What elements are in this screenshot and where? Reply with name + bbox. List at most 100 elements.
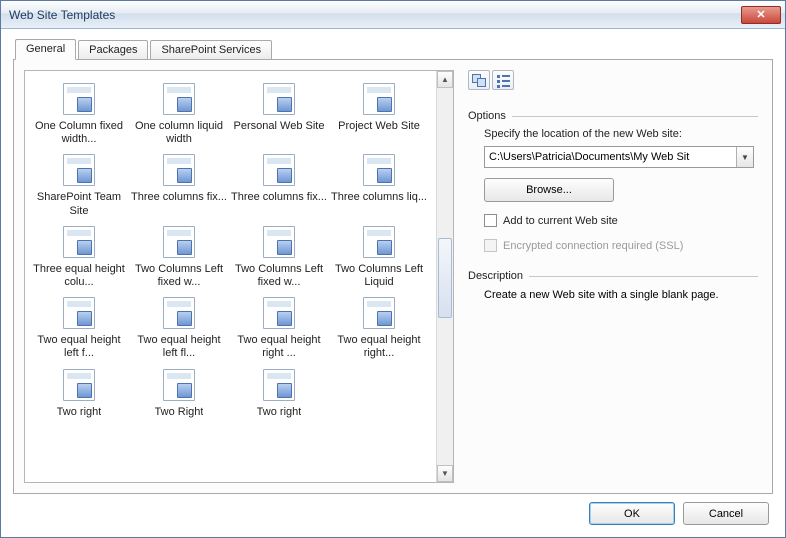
view-large-icons-button[interactable] (468, 70, 490, 90)
view-list-button[interactable] (492, 70, 514, 90)
template-icon (163, 154, 195, 186)
template-item[interactable]: Two right (229, 365, 329, 423)
location-input[interactable] (485, 147, 736, 167)
tab-general[interactable]: General (15, 39, 76, 60)
template-icon (363, 154, 395, 186)
template-icon (63, 369, 95, 401)
divider (529, 276, 758, 277)
tab-sharepoint-services[interactable]: SharePoint Services (150, 40, 272, 60)
template-icon (63, 154, 95, 186)
ssl-row: Encrypted connection required (SSL) (484, 239, 758, 252)
view-mode-toolbar (468, 70, 758, 92)
template-item[interactable]: Two equal height left fl... (129, 293, 229, 364)
chevron-down-icon: ▼ (741, 153, 749, 162)
tab-label: Packages (89, 44, 137, 56)
template-icon (63, 297, 95, 329)
scroll-down-button[interactable]: ▼ (437, 465, 453, 482)
template-label: Two Columns Left fixed w... (131, 263, 227, 289)
template-label: Three columns liq... (331, 191, 427, 204)
template-icon (163, 83, 195, 115)
cancel-button[interactable]: Cancel (683, 502, 769, 525)
tab-packages[interactable]: Packages (78, 40, 148, 60)
template-item[interactable]: Three columns liq... (329, 150, 429, 221)
right-pane: Options Specify the location of the new … (464, 70, 762, 483)
template-label: Personal Web Site (234, 120, 325, 133)
scroll-thumb[interactable] (438, 238, 452, 318)
template-item[interactable]: Two Columns Left Liquid (329, 222, 429, 293)
template-label: Two equal height left fl... (131, 334, 227, 360)
add-to-current-label: Add to current Web site (503, 215, 618, 227)
template-label: Two Columns Left Liquid (331, 263, 427, 289)
tab-strip: General Packages SharePoint Services (15, 37, 773, 59)
template-icon (163, 297, 195, 329)
location-label: Specify the location of the new Web site… (484, 128, 758, 140)
divider (512, 116, 758, 117)
close-icon: ✕ (756, 8, 765, 21)
template-icon (263, 154, 295, 186)
dialog-footer: OK Cancel (13, 494, 773, 525)
template-icon (163, 226, 195, 258)
description-section: Description Create a new Web site with a… (468, 270, 758, 303)
options-heading: Options (468, 110, 506, 122)
template-icon (63, 83, 95, 115)
template-item[interactable]: Two equal height right ... (229, 293, 329, 364)
template-label: Three columns fix... (231, 191, 327, 204)
template-item[interactable]: Two equal height left f... (29, 293, 129, 364)
template-icon (263, 297, 295, 329)
scroll-up-button[interactable]: ▲ (437, 71, 453, 88)
template-list[interactable]: One Column fixed width...One column liqu… (25, 71, 436, 482)
template-icon (263, 369, 295, 401)
template-item[interactable]: Project Web Site (329, 79, 429, 150)
options-section: Options Specify the location of the new … (468, 110, 758, 252)
template-item[interactable]: Two Right (129, 365, 229, 423)
template-item[interactable]: One column liquid width (129, 79, 229, 150)
location-dropdown-button[interactable]: ▼ (736, 147, 753, 167)
ok-button[interactable]: OK (589, 502, 675, 525)
template-icon (363, 226, 395, 258)
tab-label: General (26, 43, 65, 55)
template-label: One column liquid width (131, 120, 227, 146)
add-to-current-row[interactable]: Add to current Web site (484, 214, 758, 227)
template-item[interactable]: Three columns fix... (229, 150, 329, 221)
window-title: Web Site Templates (9, 8, 741, 22)
ok-label: OK (624, 508, 640, 520)
template-label: Two Columns Left fixed w... (231, 263, 327, 289)
template-label: Two equal height left f... (31, 334, 127, 360)
location-combobox[interactable]: ▼ (484, 146, 754, 168)
tab-label: SharePoint Services (161, 44, 261, 56)
template-label: Two right (257, 406, 302, 419)
template-list-pane: One Column fixed width...One column liqu… (24, 70, 454, 483)
template-icon (263, 83, 295, 115)
options-heading-row: Options (468, 110, 758, 122)
add-to-current-checkbox[interactable] (484, 214, 497, 227)
description-heading: Description (468, 270, 523, 282)
template-item[interactable]: Two Columns Left fixed w... (129, 222, 229, 293)
template-label: Three equal height colu... (31, 263, 127, 289)
template-item[interactable]: Three equal height colu... (29, 222, 129, 293)
template-icon (63, 226, 95, 258)
browse-button[interactable]: Browse... (484, 178, 614, 202)
template-item[interactable]: Two Columns Left fixed w... (229, 222, 329, 293)
template-label: SharePoint Team Site (31, 191, 127, 217)
vertical-scrollbar[interactable]: ▲ ▼ (436, 71, 453, 482)
template-label: Two Right (155, 406, 204, 419)
template-item[interactable]: Two equal height right... (329, 293, 429, 364)
template-label: Two equal height right ... (231, 334, 327, 360)
ssl-checkbox (484, 239, 497, 252)
scroll-track[interactable] (437, 88, 453, 465)
template-icon (363, 83, 395, 115)
title-bar: Web Site Templates ✕ (1, 1, 785, 29)
template-label: Project Web Site (338, 120, 420, 133)
template-icon (263, 226, 295, 258)
description-text: Create a new Web site with a single blan… (468, 282, 748, 303)
close-button[interactable]: ✕ (741, 6, 781, 24)
template-item[interactable]: One Column fixed width... (29, 79, 129, 150)
template-item[interactable]: Two right (29, 365, 129, 423)
template-icon (363, 297, 395, 329)
dialog-content: General Packages SharePoint Services One… (1, 29, 785, 537)
template-label: Two right (57, 406, 102, 419)
options-body: Specify the location of the new Web site… (468, 122, 758, 252)
template-item[interactable]: Three columns fix... (129, 150, 229, 221)
template-item[interactable]: Personal Web Site (229, 79, 329, 150)
template-item[interactable]: SharePoint Team Site (29, 150, 129, 221)
